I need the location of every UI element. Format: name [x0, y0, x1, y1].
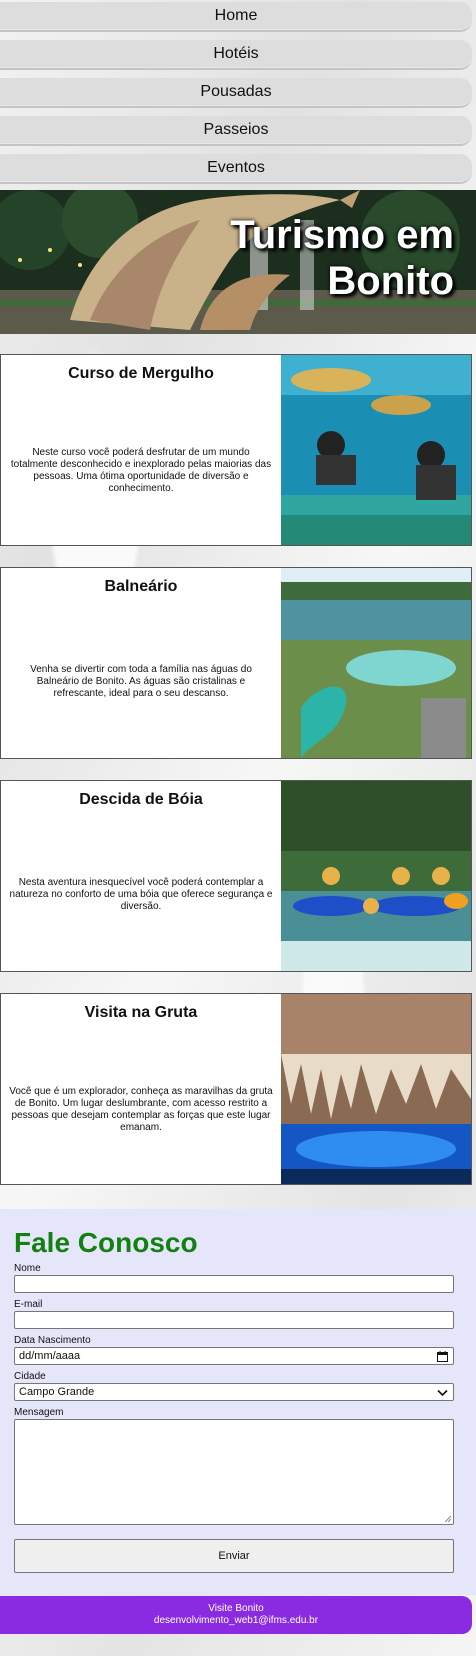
card-text: Visita na Gruta Você que é um explorador…	[1, 994, 281, 1184]
nav-label: Hotéis	[213, 45, 259, 62]
tour-card-balneario: Balneário Venha se divertir com toda a f…	[0, 567, 472, 759]
card-description: Nesta aventura inesquecível você poderá …	[9, 877, 273, 912]
card-description: Venha se divertir com toda a família nas…	[30, 664, 252, 699]
tour-card-gruta: Visita na Gruta Você que é um explorador…	[0, 993, 472, 1185]
email-field[interactable]	[14, 1311, 454, 1329]
card-description: Neste curso você poderá desfrutar de um …	[10, 447, 272, 494]
card-title: Descida de Bóia	[79, 791, 203, 808]
card-text: Balneário Venha se divertir com toda a f…	[1, 568, 281, 758]
message-textarea[interactable]	[14, 1419, 454, 1525]
hero-title: Turismo em Bonito	[194, 212, 454, 304]
birth-date-field[interactable]: dd/mm/aaaa	[14, 1347, 454, 1365]
hero-banner: Turismo em Bonito	[0, 190, 476, 334]
nav-item-eventos[interactable]: Eventos	[0, 154, 472, 184]
contact-title: Fale Conosco	[14, 1227, 198, 1258]
card-title: Curso de Mergulho	[68, 365, 214, 382]
footer-email: desenvolvimento_web1@ifms.edu.br	[153, 1615, 319, 1626]
nav-label: Pousadas	[200, 83, 272, 100]
message-label: Mensagem	[14, 1407, 64, 1418]
birth-label: Data Nascimento	[14, 1335, 91, 1346]
card-description: Você que é um explorador, conheça as mar…	[9, 1086, 273, 1133]
city-selected-value: Campo Grande	[19, 1386, 95, 1398]
birth-date-placeholder: dd/mm/aaaa	[19, 1350, 81, 1362]
card-text: Descida de Bóia Nesta aventura inesquecí…	[1, 781, 281, 971]
nav-item-pousadas[interactable]: Pousadas	[0, 78, 472, 108]
submit-label: Enviar	[218, 1550, 250, 1562]
nav-label: Eventos	[207, 159, 265, 176]
contact-section: Fale Conosco Nome E-mail Data Nascimento…	[0, 1209, 476, 1595]
name-label: Nome	[14, 1263, 41, 1274]
diving-image	[281, 355, 471, 545]
tour-card-boia: Descida de Bóia Nesta aventura inesquecí…	[0, 780, 472, 972]
page: Home Hotéis Pousadas Passeios Eventos Tu…	[0, 0, 476, 1656]
resize-grip-icon[interactable]	[444, 1515, 452, 1523]
nav-item-hoteis[interactable]: Hotéis	[0, 40, 472, 70]
city-label: Cidade	[14, 1371, 46, 1382]
calendar-icon[interactable]	[437, 1351, 448, 1362]
footer: Visite Bonito desenvolvimento_web1@ifms.…	[0, 1596, 472, 1634]
footer-title: Visite Bonito	[208, 1603, 264, 1614]
nav-label: Passeios	[203, 121, 269, 138]
balneario-image	[281, 568, 471, 758]
chevron-down-icon	[437, 1389, 448, 1397]
name-field[interactable]	[14, 1275, 454, 1293]
hero-title-line1: Turismo em	[230, 213, 454, 257]
card-text: Curso de Mergulho Neste curso você poder…	[1, 355, 281, 545]
email-label: E-mail	[14, 1299, 43, 1310]
card-title: Visita na Gruta	[84, 1004, 198, 1021]
city-select[interactable]: Campo Grande	[14, 1383, 454, 1401]
tour-card-mergulho: Curso de Mergulho Neste curso você poder…	[0, 354, 472, 546]
card-title: Balneário	[104, 578, 178, 595]
nav-item-passeios[interactable]: Passeios	[0, 116, 472, 146]
gruta-image	[281, 994, 471, 1184]
hero-title-line2: Bonito	[327, 259, 454, 303]
submit-button[interactable]: Enviar	[14, 1539, 454, 1573]
nav-item-home[interactable]: Home	[0, 2, 472, 32]
boia-image	[281, 781, 471, 971]
nav-label: Home	[214, 7, 258, 24]
